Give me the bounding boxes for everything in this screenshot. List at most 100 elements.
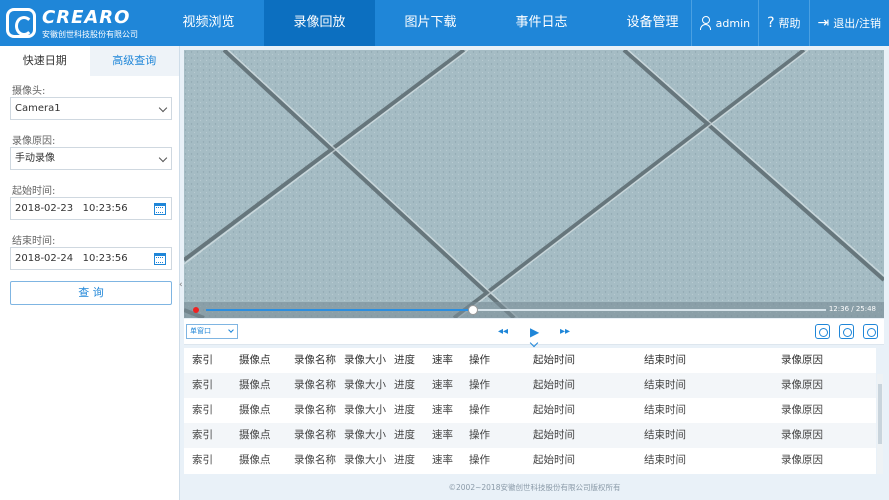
fullscreen-icon[interactable] <box>863 324 878 339</box>
record-icon[interactable] <box>815 324 830 339</box>
cell-record-name: 录像名称 <box>294 454 336 466</box>
col-action[interactable]: 操作 <box>469 348 490 373</box>
cell-end-time: 结束时间 <box>644 454 686 466</box>
col-record-name[interactable]: 录像名称 <box>294 348 336 373</box>
tab-advanced-query[interactable]: 高级查询 <box>89 46 179 76</box>
camera-value: Camera1 <box>15 103 61 114</box>
cell-camera: 摄像点 <box>239 454 271 466</box>
col-progress[interactable]: 进度 <box>394 348 415 373</box>
cell-record-reason: 录像原因 <box>781 404 823 416</box>
col-speed[interactable]: 速率 <box>432 348 453 373</box>
help-label: 帮助 <box>778 17 801 30</box>
nav-item-playback[interactable]: 录像回放 <box>264 0 375 46</box>
cell-progress: 进度 <box>394 454 415 466</box>
user-area: admin ? 帮助 ⇥ 退出/注销 <box>690 0 889 46</box>
play-icon[interactable]: ▶ <box>530 325 539 339</box>
table-scrollbar[interactable] <box>877 374 883 474</box>
cell-end-time: 结束时间 <box>644 429 686 441</box>
cell-action[interactable]: 操作 <box>469 373 490 398</box>
table-row[interactable]: 索引 摄像点 录像名称 录像大小 进度 速率 操作 起始时间 结束时间 录像原因 <box>184 448 876 473</box>
cell-record-reason: 录像原因 <box>781 454 823 466</box>
cell-record-reason: 录像原因 <box>781 379 823 391</box>
video-viewport[interactable] <box>184 50 884 318</box>
cell-speed: 速率 <box>432 404 453 416</box>
cell-record-name: 录像名称 <box>294 404 336 416</box>
reason-label: 录像原因: <box>12 136 56 147</box>
cell-record-name: 录像名称 <box>294 379 336 391</box>
snapshot-icon[interactable] <box>839 324 854 339</box>
col-camera[interactable]: 摄像点 <box>239 348 271 373</box>
end-time-value: 2018-02-24 10:23:56 <box>15 253 128 264</box>
help-icon: ? <box>767 15 775 31</box>
recording-table: 索引 摄像点 录像名称 录像大小 进度 速率 操作 起始时间 结束时间 录像原因… <box>184 348 876 474</box>
table-row[interactable]: 索引 摄像点 录像名称 录像大小 进度 速率 操作 起始时间 结束时间 录像原因 <box>184 423 876 448</box>
nav-item-live-view[interactable]: 视频浏览 <box>153 0 264 46</box>
query-button[interactable]: 查 询 <box>10 281 172 305</box>
cell-index: 索引 <box>192 429 213 441</box>
recording-indicator-icon <box>193 307 199 313</box>
cell-record-size: 录像大小 <box>344 429 386 441</box>
cell-progress: 进度 <box>394 404 415 416</box>
fast-forward-icon[interactable]: ▸▸ <box>560 326 570 337</box>
brand-logo: CREARO 安徽创世科技股份有限公司 <box>6 6 176 40</box>
col-record-reason[interactable]: 录像原因 <box>781 348 823 373</box>
cell-action[interactable]: 操作 <box>469 448 490 473</box>
cell-start-time: 起始时间 <box>533 454 575 466</box>
end-time-input[interactable]: 2018-02-24 10:23:56 <box>10 247 172 270</box>
cell-camera: 摄像点 <box>239 379 271 391</box>
chevron-down-icon <box>158 103 168 113</box>
col-end-time[interactable]: 结束时间 <box>644 348 686 373</box>
end-time-label: 结束时间: <box>12 236 56 247</box>
start-time-input[interactable]: 2018-02-23 10:23:56 <box>10 197 172 220</box>
video-frame-image <box>184 50 884 318</box>
cell-end-time: 结束时间 <box>644 379 686 391</box>
logo-text: CREARO <box>42 7 131 28</box>
rewind-icon[interactable]: ◂◂ <box>498 326 508 337</box>
cell-action[interactable]: 操作 <box>469 423 490 448</box>
reason-select[interactable]: 手动录像 <box>10 147 172 170</box>
tab-quick-date[interactable]: 快速日期 <box>0 46 90 76</box>
progress-handle[interactable] <box>467 305 478 315</box>
main-nav: 视频浏览 录像回放 图片下载 事件日志 设备管理 <box>153 0 708 46</box>
username: admin <box>715 16 751 30</box>
table-row[interactable]: 索引 摄像点 录像名称 录像大小 进度 速率 操作 起始时间 结束时间 录像原因 <box>184 373 876 398</box>
cell-start-time: 起始时间 <box>533 429 575 441</box>
camera-select[interactable]: Camera1 <box>10 97 172 120</box>
logout-label: 退出/注销 <box>833 17 881 30</box>
cell-camera: 摄像点 <box>239 429 271 441</box>
user-icon <box>699 16 711 30</box>
cell-start-time: 起始时间 <box>533 379 575 391</box>
cell-record-size: 录像大小 <box>344 379 386 391</box>
window-mode-value: 单窗口 <box>190 327 211 335</box>
calendar-icon[interactable] <box>154 253 166 265</box>
cell-start-time: 起始时间 <box>533 404 575 416</box>
cell-speed: 速率 <box>432 454 453 466</box>
company-name: 安徽创世科技股份有限公司 <box>42 30 138 39</box>
col-record-size[interactable]: 录像大小 <box>344 348 386 373</box>
col-index[interactable]: 索引 <box>192 348 213 373</box>
nav-item-image-download[interactable]: 图片下载 <box>375 0 486 46</box>
window-mode-select[interactable]: 单窗口 <box>186 324 238 339</box>
progress-track[interactable] <box>206 305 826 315</box>
cell-camera: 摄像点 <box>239 404 271 416</box>
help-button[interactable]: ? 帮助 <box>758 0 808 46</box>
cell-index: 索引 <box>192 379 213 391</box>
col-start-time[interactable]: 起始时间 <box>533 348 575 373</box>
logo-mark-icon <box>6 8 36 38</box>
cell-end-time: 结束时间 <box>644 404 686 416</box>
progress-fill <box>206 309 473 311</box>
start-time-label: 起始时间: <box>12 186 56 197</box>
table-row[interactable]: 索引 摄像点 录像名称 录像大小 进度 速率 操作 起始时间 结束时间 录像原因 <box>184 398 876 423</box>
cell-progress: 进度 <box>394 379 415 391</box>
user-menu-button[interactable]: admin <box>690 0 758 46</box>
logout-button[interactable]: ⇥ 退出/注销 <box>808 0 889 46</box>
cell-action[interactable]: 操作 <box>469 398 490 423</box>
cell-speed: 速率 <box>432 429 453 441</box>
top-header: CREARO 安徽创世科技股份有限公司 视频浏览 录像回放 图片下载 事件日志 … <box>0 0 889 46</box>
nav-item-event-log[interactable]: 事件日志 <box>486 0 597 46</box>
reason-value: 手动录像 <box>15 153 55 164</box>
time-readout: 12:36 / 25:48 <box>828 305 876 313</box>
cell-progress: 进度 <box>394 429 415 441</box>
calendar-icon[interactable] <box>154 203 166 215</box>
camera-label: 摄像头: <box>12 86 46 97</box>
